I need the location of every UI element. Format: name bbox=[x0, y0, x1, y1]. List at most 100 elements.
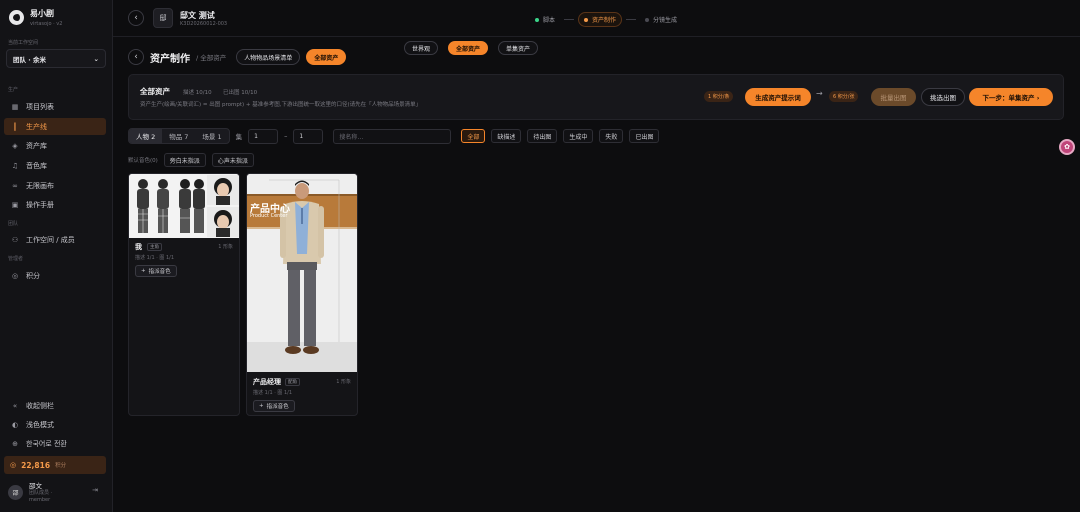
generate-prompts-button[interactable]: 生成资产提示词 bbox=[745, 88, 811, 106]
breadcrumb: / 全部资产 bbox=[196, 54, 227, 62]
app-logo[interactable]: 易小剧 virtasojo · v2 bbox=[9, 8, 62, 27]
coin-icon: ◎ bbox=[10, 461, 17, 469]
sidebar-item-projects[interactable]: ▦ 项目列表 bbox=[4, 98, 106, 115]
next-step-button[interactable]: 下一步：单集资产 › bbox=[969, 88, 1053, 106]
main-content: ‹ 资产制作 / 全部资产 人物物品场景清单 全部资产 全部资产 描述 10/1… bbox=[113, 37, 1080, 512]
status-filter-missing-desc[interactable]: 缺描述 bbox=[491, 129, 522, 143]
filter-type-characters[interactable]: 人物 2 bbox=[129, 129, 163, 143]
panel-description: 资产生产(绘画/关联词汇) = 出图 prompt) + 基准参考图,下游出图统… bbox=[140, 102, 422, 108]
page-title: 资产制作 bbox=[150, 53, 190, 65]
waveform-icon: ♫ bbox=[11, 161, 19, 170]
credits-balance[interactable]: ◎ 22,816 积分 bbox=[4, 456, 106, 474]
page-header: ‹ 资产制作 / 全部资产 人物物品场景清单 全部资产 bbox=[128, 49, 347, 65]
status-filter-all[interactable]: 全部 bbox=[461, 129, 486, 143]
status-dot bbox=[584, 17, 589, 22]
step-asset-production[interactable]: 资产制作 bbox=[578, 12, 623, 27]
project-icon: 邸 bbox=[153, 8, 173, 28]
character-turnaround-image bbox=[129, 174, 239, 238]
sidebar-item-label: 操作手册 bbox=[26, 200, 54, 209]
sidebar-item-canvas[interactable]: ∞ 无限画布 bbox=[4, 177, 106, 194]
globe-icon: ⊕ bbox=[12, 439, 18, 448]
asset-card[interactable]: 产品中心 Product Center 产品经理 配角 1 形象 描述 1/1 … bbox=[246, 173, 358, 416]
production-icon: ┃ bbox=[12, 122, 18, 131]
app-name: 易小剧 bbox=[30, 9, 54, 18]
app-version: virtasojo · v2 bbox=[30, 21, 63, 27]
logo-icon bbox=[9, 10, 24, 25]
step-label: 资产制作 bbox=[592, 17, 617, 24]
collapse-sidebar-button[interactable]: « 收起侧栏 bbox=[4, 397, 106, 414]
range-dash: – bbox=[284, 132, 288, 140]
image-stat: 已出图 10/10 bbox=[223, 90, 258, 96]
status-filter-generating[interactable]: 生成中 bbox=[563, 129, 594, 143]
filter-type-scenes[interactable]: 场景 1 bbox=[195, 129, 228, 143]
step-connector bbox=[626, 19, 637, 20]
theme-toggle-button[interactable]: ◐ 浅色模式 bbox=[4, 416, 106, 433]
search-input[interactable]: 搜名称… bbox=[333, 128, 452, 144]
project-title: 邸文 测试 bbox=[180, 11, 215, 20]
sidebar-item-voices[interactable]: ♫ 音色库 bbox=[4, 157, 106, 174]
project-id: K3D20260012-003 bbox=[180, 21, 228, 27]
sidebar-item-workspace-members[interactable]: ⚇ 工作空间 / 成员 bbox=[4, 231, 106, 248]
panel-title: 全部资产 bbox=[140, 87, 170, 96]
assign-voice-button[interactable]: + 指派音色 bbox=[135, 265, 177, 277]
status-filter-failed[interactable]: 失败 bbox=[599, 129, 624, 143]
filter-bar: 人物 2 物品 7 场景 1 集 1 – 1 搜名称… 全部 缺描述 待出图 生… bbox=[128, 128, 660, 144]
status-dot bbox=[645, 17, 650, 22]
sidebar-item-label: 无限画布 bbox=[26, 181, 54, 190]
status-filter-pending[interactable]: 待出图 bbox=[527, 129, 558, 143]
tab-all-assets-page[interactable]: 全部资产 bbox=[306, 49, 347, 65]
sidebar-item-label: 项目列表 bbox=[26, 102, 54, 111]
narrator-voice-chip[interactable]: 旁白未指派 bbox=[163, 153, 206, 167]
back-button[interactable]: ‹ bbox=[128, 10, 144, 26]
sidebar-item-label: 积分 bbox=[26, 271, 40, 280]
sidebar-item-label: 한국어로 전환 bbox=[26, 439, 67, 448]
assign-voice-label: 指派音色 bbox=[266, 404, 289, 410]
status-filter-done[interactable]: 已出图 bbox=[629, 129, 660, 143]
assistant-float-icon[interactable]: ✿ bbox=[1059, 139, 1075, 155]
variant-count: 1 形象 bbox=[218, 244, 233, 250]
step-label: 脚本 bbox=[543, 17, 556, 24]
pick-images-button[interactable]: 挑选出图 bbox=[921, 88, 965, 106]
sidebar-item-production[interactable]: ┃ 生产线 bbox=[4, 118, 106, 135]
role-badge: 配角 bbox=[285, 378, 300, 386]
desc-stat: 描述 10/10 bbox=[183, 90, 212, 96]
chevron-down-icon: ⌄ bbox=[93, 54, 99, 63]
step-storyboard[interactable]: 分镜生成 bbox=[640, 13, 682, 26]
plus-icon: + bbox=[141, 268, 146, 274]
asset-name: 产品经理 bbox=[253, 378, 281, 386]
workspace-value: 团队 · 余米 bbox=[13, 55, 46, 64]
theme-icon: ◐ bbox=[11, 420, 19, 429]
episode-from-input[interactable]: 1 bbox=[248, 128, 279, 144]
cost-badge: 1 积分/条 bbox=[704, 91, 734, 102]
avatar: 邵 bbox=[8, 484, 23, 500]
workspace-select[interactable]: 团队 · 余米 ⌄ bbox=[6, 49, 106, 68]
language-switch-button[interactable]: ⊕ 한국어로 전환 bbox=[4, 435, 106, 452]
page-back-button[interactable]: ‹ bbox=[128, 49, 144, 65]
user-name: 邵文 bbox=[29, 482, 42, 490]
voice-filter-row: 默认音色(0) 旁白未指派 心声未指派 bbox=[128, 153, 254, 167]
episode-to-input[interactable]: 1 bbox=[293, 128, 324, 144]
sidebar-item-credits[interactable]: ◎ 积分 bbox=[4, 267, 106, 284]
sidebar: 易小剧 virtasojo · v2 当前工作空间 团队 · 余米 ⌄ 生产 ▦… bbox=[0, 0, 113, 512]
sidebar-item-label: 音色库 bbox=[26, 161, 47, 170]
assign-voice-label: 指派音色 bbox=[148, 269, 171, 275]
sidebar-item-assets[interactable]: ◈ 资产库 bbox=[4, 137, 106, 154]
episode-label: 集 bbox=[235, 133, 243, 141]
logout-icon[interactable]: ⇥ bbox=[92, 486, 98, 494]
sidebar-item-manual[interactable]: ▣ 操作手册 bbox=[4, 196, 106, 213]
assign-voice-button[interactable]: + 指派音色 bbox=[253, 400, 295, 412]
step-connector bbox=[564, 19, 575, 20]
filter-type-props[interactable]: 物品 7 bbox=[162, 129, 195, 143]
default-voice-label: 默认音色(0) bbox=[128, 158, 158, 164]
section-label-manage: 管理者 bbox=[8, 256, 24, 262]
step-script[interactable]: 脚本 bbox=[530, 13, 560, 26]
credits-value: 22,816 bbox=[21, 460, 51, 470]
status-dot bbox=[535, 17, 539, 22]
inner-voice-chip[interactable]: 心声未指派 bbox=[211, 153, 254, 167]
asset-card[interactable]: 我 主角 1 形象 描述 1/1 · 图 1/1 + 指派音色 bbox=[128, 173, 240, 416]
coin-icon: ◎ bbox=[11, 271, 19, 280]
batch-generate-button[interactable]: 批量出图 bbox=[871, 88, 916, 106]
layers-icon: ◈ bbox=[12, 141, 18, 150]
user-profile[interactable]: 邵 邵文 团队成员 · member ⇥ bbox=[8, 480, 104, 504]
tab-inventory-list[interactable]: 人物物品场景清单 bbox=[236, 49, 301, 65]
